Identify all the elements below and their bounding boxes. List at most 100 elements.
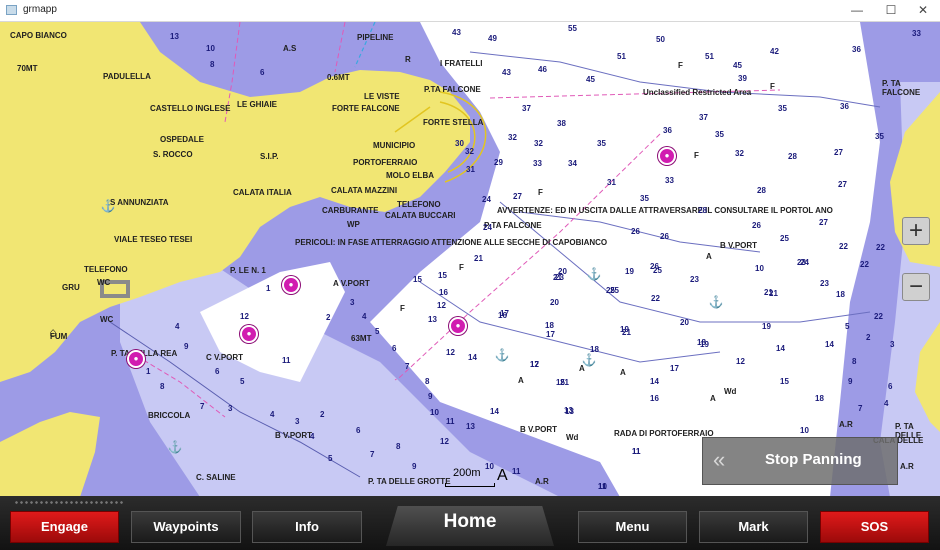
depth-label: 43 <box>452 28 461 37</box>
depth-label: 15 <box>438 271 447 280</box>
depth-label: 27 <box>834 148 843 157</box>
lighthouse-icon[interactable]: ⌂ <box>49 326 56 338</box>
depth-label: 1 <box>146 367 151 376</box>
grip-handle-icon[interactable] <box>14 500 124 505</box>
depth-label: 36 <box>840 102 849 111</box>
depth-label: 21 <box>474 254 483 263</box>
depth-label: 13 <box>428 315 437 324</box>
depth-label: 6 <box>888 382 893 391</box>
depth-label: 6 <box>392 344 397 353</box>
depth-label: 22 <box>839 242 848 251</box>
anchorage-icon[interactable]: ⚓ <box>587 268 602 280</box>
restricted-area-marker-icon[interactable]: ● <box>449 317 467 335</box>
restricted-area-marker-icon[interactable]: ● <box>658 147 676 165</box>
depth-soundings: 43 49 55 51 50 43 46 45 51 45 42 39 36 3… <box>0 22 940 497</box>
depth-label: 10 <box>598 482 607 491</box>
menu-button[interactable]: Menu <box>578 511 687 543</box>
depth-label: 25 <box>653 266 662 275</box>
depth-label: 37 <box>522 104 531 113</box>
sos-button[interactable]: SOS <box>820 511 929 543</box>
restricted-area-marker-icon[interactable]: ● <box>282 276 300 294</box>
depth-label: 8 <box>160 382 165 391</box>
depth-label: 12 <box>440 437 449 446</box>
anchorage-icon[interactable]: ⚓ <box>709 296 724 308</box>
restricted-area-marker-icon[interactable]: ● <box>240 325 258 343</box>
depth-label: 32 <box>534 139 543 148</box>
restricted-area-marker-icon[interactable]: ● <box>127 350 145 368</box>
depth-label: 33 <box>912 29 921 38</box>
depth-label: 7 <box>200 402 205 411</box>
depth-label: 6 <box>356 426 361 435</box>
depth-label: 4 <box>310 432 315 441</box>
scale-bar: 200m A <box>445 467 511 489</box>
depth-label: 20 <box>558 267 567 276</box>
anchorage-icon[interactable]: ⚓ <box>582 354 597 366</box>
depth-label: 4 <box>175 322 180 331</box>
depth-label: 18 <box>836 290 845 299</box>
depth-label: 17 <box>546 330 555 339</box>
depth-label: 22 <box>874 312 883 321</box>
depth-label: 11 <box>446 417 455 426</box>
depth-label: 34 <box>568 159 577 168</box>
anchorage-icon[interactable]: ⚓ <box>495 349 510 361</box>
depth-label: 5 <box>240 377 245 386</box>
depth-label: 35 <box>597 139 606 148</box>
stop-panning-button[interactable]: « Stop Panning <box>702 437 898 485</box>
depth-label: 4 <box>270 410 275 419</box>
minimize-button[interactable]: — <box>842 2 872 19</box>
depth-label: 17 <box>670 364 679 373</box>
waypoints-button[interactable]: Waypoints <box>131 511 241 543</box>
depth-label: 16 <box>498 311 507 320</box>
depth-label: 2 <box>320 410 325 419</box>
zoom-out-button[interactable]: − <box>902 273 930 301</box>
depth-label: 27 <box>838 180 847 189</box>
depth-label: 46 <box>538 65 547 74</box>
depth-label: 51 <box>617 52 626 61</box>
maximize-button[interactable]: ☐ <box>876 2 906 19</box>
depth-label: 36 <box>852 45 861 54</box>
depth-label: 19 <box>762 322 771 331</box>
engage-button[interactable]: Engage <box>10 511 119 543</box>
depth-label: 35 <box>875 132 884 141</box>
depth-label: 22 <box>860 260 869 269</box>
depth-label: 20 <box>680 318 689 327</box>
depth-label: 7 <box>405 362 410 371</box>
depth-label: 11 <box>512 467 521 476</box>
info-button[interactable]: Info <box>252 511 362 543</box>
depth-label: 5 <box>845 322 850 331</box>
depth-label: 24 <box>483 223 492 232</box>
zoom-in-button[interactable]: + <box>902 217 930 245</box>
depth-label: 32 <box>735 149 744 158</box>
depth-label: 50 <box>656 35 665 44</box>
north-arrow-icon: A <box>497 467 508 484</box>
app-icon <box>6 5 17 15</box>
depth-label: 14 <box>490 407 499 416</box>
depth-label: 10 <box>206 44 215 53</box>
depth-label: 8 <box>852 357 857 366</box>
depth-label: 14 <box>650 377 659 386</box>
depth-label: 8 <box>425 377 430 386</box>
depth-label: 27 <box>819 218 828 227</box>
depth-label: 33 <box>665 176 674 185</box>
depth-label: 36 <box>663 126 672 135</box>
depth-label: 35 <box>640 194 649 203</box>
close-button[interactable]: ✕ <box>908 2 938 19</box>
mark-button[interactable]: Mark <box>699 511 808 543</box>
home-button[interactable]: Home <box>386 506 554 546</box>
depth-label: 22 <box>651 294 660 303</box>
depth-label: 14 <box>776 344 785 353</box>
depth-label: 4 <box>362 312 367 321</box>
depth-label: 12 <box>530 360 539 369</box>
depth-label: 7 <box>370 450 375 459</box>
anchorage-icon[interactable]: ⚓ <box>168 441 183 453</box>
depth-label: 43 <box>502 68 511 77</box>
nautical-chart[interactable]: CAPO BIANCO 70MT PADULELLA CASTELLO INGL… <box>0 22 940 497</box>
depth-label: 15 <box>413 275 422 284</box>
depth-label: 45 <box>586 75 595 84</box>
anchorage-icon[interactable]: ⚓ <box>101 200 116 212</box>
depth-label: 12 <box>240 312 249 321</box>
depth-label: 13 <box>170 32 179 41</box>
depth-label: 18 <box>815 394 824 403</box>
depth-label: 13 <box>565 407 574 416</box>
depth-label: 21 <box>560 378 569 387</box>
